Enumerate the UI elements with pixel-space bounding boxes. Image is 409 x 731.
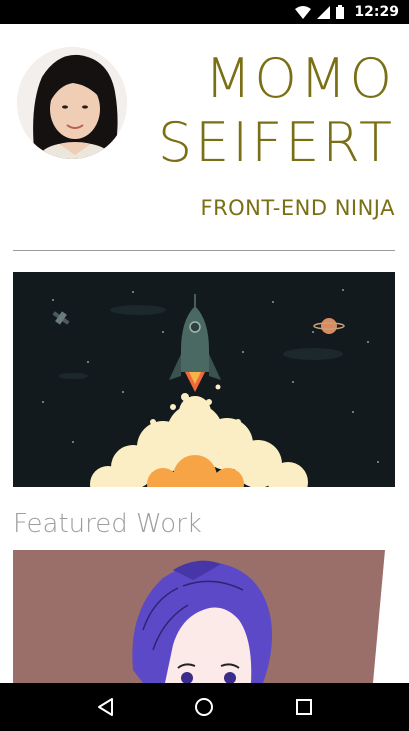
back-button[interactable]	[85, 687, 125, 727]
recents-icon	[296, 699, 313, 715]
recents-button[interactable]	[284, 687, 324, 727]
profile-job-title: FRONT-END NINJA	[200, 196, 395, 220]
avatar	[17, 47, 127, 159]
header-divider	[13, 250, 395, 251]
featured-work-card[interactable]	[13, 550, 395, 683]
battery-icon	[336, 5, 345, 19]
system-nav-bar	[0, 683, 409, 731]
home-button[interactable]	[184, 687, 224, 727]
profile-last-name: SEIFERT	[157, 111, 395, 174]
home-icon	[195, 698, 214, 716]
cell-signal-icon	[317, 5, 331, 19]
back-icon	[97, 698, 113, 716]
profile-first-name: MOMO	[204, 47, 395, 110]
wifi-icon	[295, 5, 312, 19]
hero-rocket-image	[13, 272, 395, 487]
status-time: 12:29	[354, 4, 399, 20]
status-bar: 12:29	[0, 0, 409, 24]
featured-work-heading: Featured Work	[13, 509, 202, 539]
